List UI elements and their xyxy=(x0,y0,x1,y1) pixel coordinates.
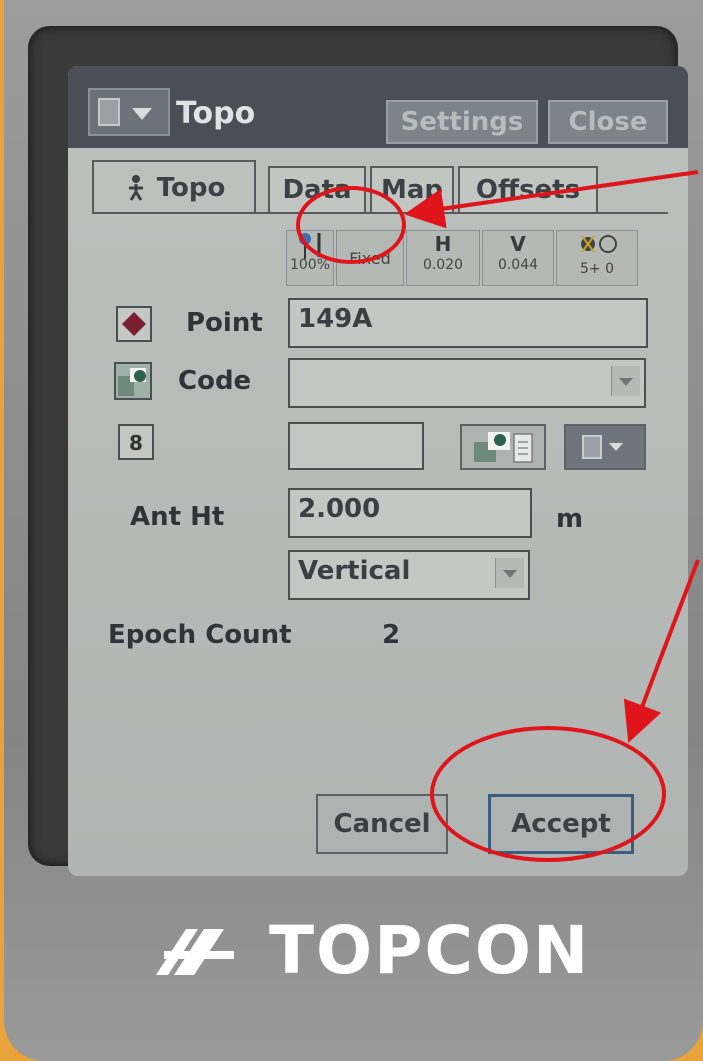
device-body: Topo Settings Close Topo Data Map Offset… xyxy=(4,0,703,1061)
brand-logo: TOPCON xyxy=(154,912,590,989)
brand-text: TOPCON xyxy=(268,912,591,989)
topcon-logo-icon xyxy=(156,929,234,975)
annotation-arrows xyxy=(404,170,700,743)
